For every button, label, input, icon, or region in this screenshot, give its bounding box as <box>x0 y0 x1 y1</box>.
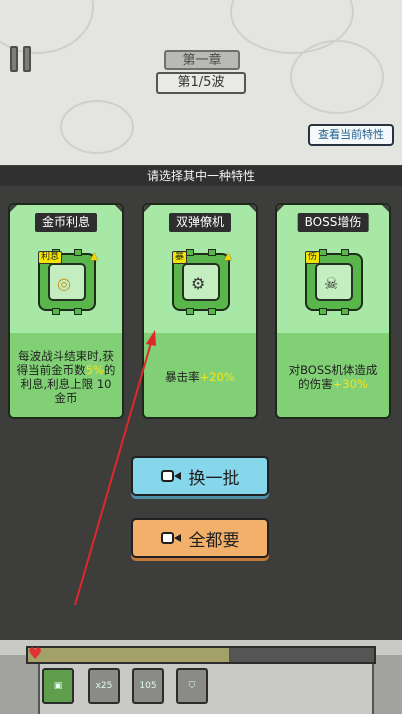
equipment-slot-2[interactable]: x25 <box>88 668 120 704</box>
base-wall-right <box>372 655 402 714</box>
shield-icon: ⛉ <box>188 681 196 691</box>
equipment-slot-3[interactable]: 105 <box>132 668 164 704</box>
heart-icon: ♥ <box>28 644 43 663</box>
shield-slot[interactable]: ⛉ <box>176 668 208 704</box>
health-bar <box>26 646 376 664</box>
pointer-arrow <box>74 330 156 606</box>
equipment-slot-tank[interactable]: ▣ <box>42 668 74 704</box>
